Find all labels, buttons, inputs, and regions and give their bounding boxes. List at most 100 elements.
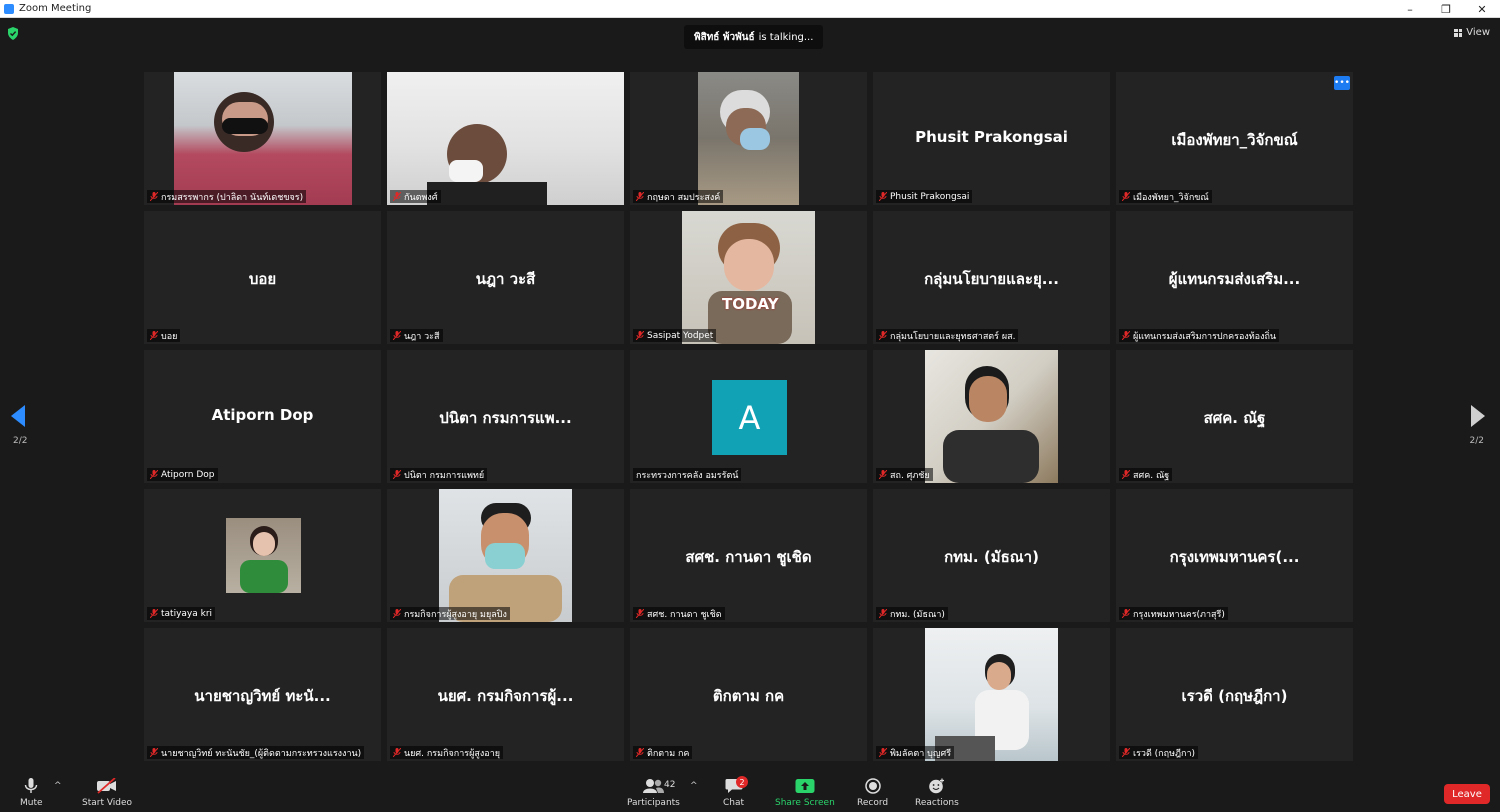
- muted-mic-icon: [1122, 470, 1130, 479]
- close-button[interactable]: ✕: [1464, 0, 1500, 18]
- view-button[interactable]: View: [1454, 27, 1490, 38]
- participant-tile[interactable]: ปนิตา กรมการแพ... ปนิตา กรมการแพทย์: [387, 350, 624, 483]
- participant-display-name: เรวดี (กฤษฎีกา): [1181, 687, 1288, 705]
- participant-name-label: บอย: [147, 329, 181, 342]
- participant-tile[interactable]: กรุงเทพมหานคร(... กรุงเทพมหานคร(ภาสุรี): [1116, 489, 1353, 622]
- previous-page-arrow-icon[interactable]: [11, 405, 25, 427]
- muted-mic-icon: [150, 748, 158, 757]
- reactions-button[interactable]: Reactions: [915, 778, 959, 808]
- participant-tile[interactable]: เรวดี (กฤษฎีกา) เรวดี (กฤษฎีกา): [1116, 628, 1353, 761]
- participant-tile[interactable]: ติกตาม กค ติกตาม กค: [630, 628, 867, 761]
- participant-tile[interactable]: กรมสรรพากร (ปาลิดา นันท์เดชขจร): [144, 72, 381, 205]
- participant-name-label: เรวดี (กฤษฎีกา): [1119, 746, 1199, 759]
- minimize-button[interactable]: –: [1392, 0, 1428, 18]
- muted-mic-icon: [879, 470, 887, 479]
- video-off-icon: [97, 778, 117, 794]
- muted-mic-icon: [393, 192, 401, 201]
- active-speaker-indicator: พิสิทธ์ พ้วพันธ์ is talking...: [684, 25, 824, 49]
- participant-tile[interactable]: กันตพงศ์: [387, 72, 624, 205]
- muted-mic-icon: [1122, 609, 1130, 618]
- muted-mic-icon: [393, 609, 401, 618]
- muted-mic-icon: [1122, 748, 1130, 757]
- participant-tile[interactable]: A กระทรวงการคลัง อมรรัตน์: [630, 350, 867, 483]
- page-indicator-left: 2/2: [13, 436, 28, 446]
- today-logo: TODAY: [722, 295, 779, 313]
- participant-tile[interactable]: นฎา วะสี นฎา วะสี: [387, 211, 624, 344]
- participants-icon: [643, 779, 665, 793]
- participant-tile[interactable]: Atiporn Dop Atiporn Dop: [144, 350, 381, 483]
- participant-name-label: กรมสรรพากร (ปาลิดา นันท์เดชขจร): [147, 190, 307, 203]
- muted-mic-icon: [636, 192, 644, 201]
- participant-name-label: ติกตาม กค: [633, 746, 693, 759]
- record-icon: [864, 778, 881, 794]
- participant-name-label: นยศ. กรมกิจการผู้สูงอายุ: [390, 746, 504, 759]
- participant-tile[interactable]: กรมกิจการผู้สูงอายุ มยุลปิง: [387, 489, 624, 622]
- participant-tile[interactable]: ผู้แทนกรมส่งเสริม... ผู้แทนกรมส่งเสริมกา…: [1116, 211, 1353, 344]
- participant-tile[interactable]: กทม. (มัธณา) กทม. (มัธณา): [873, 489, 1110, 622]
- participant-tile[interactable]: สศช. กานดา ชูเชิด สศช. กานดา ชูเชิด: [630, 489, 867, 622]
- muted-mic-icon: [150, 609, 158, 618]
- muted-mic-icon: [393, 748, 401, 757]
- participant-name-label: Atiporn Dop: [147, 468, 218, 481]
- participant-display-name: กทม. (มัธณา): [944, 548, 1039, 566]
- security-shield-icon[interactable]: [7, 27, 19, 40]
- participant-display-name: ผู้แทนกรมส่งเสริม...: [1168, 270, 1301, 288]
- chat-unread-badge: 2: [736, 776, 748, 788]
- participant-avatar: A: [712, 380, 787, 455]
- zoom-app-icon: [4, 3, 14, 14]
- participants-options-caret-icon[interactable]: ^: [690, 781, 698, 791]
- active-speaker-suffix: is talking...: [758, 31, 814, 43]
- participant-tile[interactable]: ••• เมืองพัทยา_วิจักขณ์ เมืองพัทยา_วิจัก…: [1116, 72, 1353, 205]
- participant-video: [925, 350, 1058, 483]
- participant-tile[interactable]: บอย บอย: [144, 211, 381, 344]
- next-page-arrow-icon[interactable]: [1471, 405, 1485, 427]
- participant-video: [387, 72, 624, 205]
- participant-name-label: เมืองพัทยา_วิจักขณ์: [1119, 190, 1212, 203]
- muted-mic-icon: [150, 331, 158, 340]
- participant-tile[interactable]: กลุ่มนโยบายและยุ... กลุ่มนโยบายและยุทธศา…: [873, 211, 1110, 344]
- participant-display-name: นายชาญวิทย์ ทะนั...: [194, 687, 331, 705]
- participant-tile[interactable]: tatiyaya kri: [144, 489, 381, 622]
- participant-video: TODAY: [682, 211, 815, 344]
- restore-button[interactable]: ❐: [1428, 0, 1464, 18]
- participant-name-label: กรุงเทพมหานคร(ภาสุรี): [1119, 607, 1228, 620]
- participant-tile[interactable]: นายชาญวิทย์ ทะนั... นายชาญวิทย์ ทะนันชัย…: [144, 628, 381, 761]
- share-screen-button[interactable]: Share Screen: [775, 778, 835, 808]
- grid-view-icon: [1454, 28, 1463, 37]
- muted-mic-icon: [150, 470, 158, 479]
- participant-tile[interactable]: TODAY Sasipat Yodpet: [630, 211, 867, 344]
- participant-display-name: บอย: [248, 270, 277, 288]
- participant-name-label: กันตพงศ์: [390, 190, 441, 203]
- participant-tile[interactable]: นยศ. กรมกิจการผู้... นยศ. กรมกิจการผู้สู…: [387, 628, 624, 761]
- meeting-toolbar: Mute ^ Start Video Participants 42 ^ Cha…: [0, 766, 1500, 812]
- window-title: Zoom Meeting: [19, 3, 92, 14]
- more-options-button[interactable]: •••: [1334, 76, 1350, 90]
- participant-name-label: พิมลัคตา บุญศรี: [876, 746, 955, 759]
- participant-name-label: กทม. (มัธณา): [876, 607, 948, 620]
- start-video-button[interactable]: Start Video: [82, 778, 132, 808]
- active-speaker-name: พิสิทธ์ พ้วพันธ์: [694, 31, 755, 43]
- participant-name-label: สศช. กานดา ชูเชิด: [633, 607, 725, 620]
- participant-display-name: Atiporn Dop: [211, 406, 314, 424]
- participant-tile[interactable]: กฤษดา สมประสงค์: [630, 72, 867, 205]
- muted-mic-icon: [636, 609, 644, 618]
- participant-count: 42: [664, 780, 676, 790]
- participant-name-label: ปนิตา กรมการแพทย์: [390, 468, 488, 481]
- muted-mic-icon: [636, 331, 644, 340]
- meeting-top-bar: พิสิทธ์ พ้วพันธ์ is talking... View: [0, 18, 1500, 58]
- participant-video: [698, 72, 799, 205]
- participant-display-name: สศช. กานดา ชูเชิด: [685, 548, 812, 566]
- audio-options-caret-icon[interactable]: ^: [54, 781, 62, 791]
- leave-meeting-button[interactable]: Leave: [1444, 784, 1490, 804]
- mute-button[interactable]: Mute: [20, 778, 43, 808]
- participant-display-name: ปนิตา กรมการแพ...: [439, 409, 572, 427]
- record-button[interactable]: Record: [857, 778, 888, 808]
- participant-video: [226, 518, 301, 593]
- participant-tile[interactable]: สศค. ณัฐ สศค. ณัฐ: [1116, 350, 1353, 483]
- microphone-icon: [25, 778, 38, 793]
- participant-display-name: เมืองพัทยา_วิจักขณ์: [1171, 131, 1298, 149]
- participant-name-label: สศค. ณัฐ: [1119, 468, 1173, 481]
- participant-tile[interactable]: Phusit Prakongsai Phusit Prakongsai: [873, 72, 1110, 205]
- participant-tile[interactable]: สถ. ศุภชัย: [873, 350, 1110, 483]
- participant-tile[interactable]: พิมลัคตา บุญศรี: [873, 628, 1110, 761]
